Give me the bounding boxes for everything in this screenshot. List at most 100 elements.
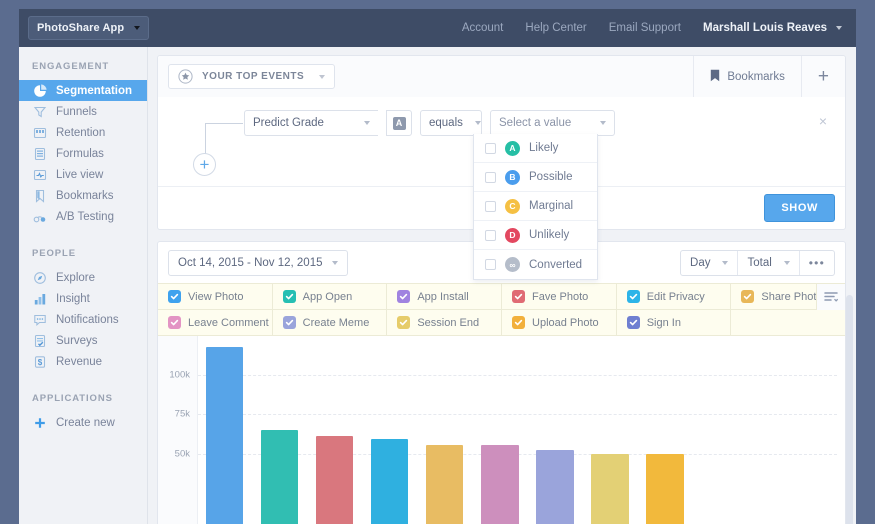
show-button-label: SHOW [781, 202, 818, 214]
checkbox[interactable] [485, 230, 496, 241]
legend-item-empty [731, 310, 845, 335]
legend-item[interactable]: View Photo [158, 284, 273, 309]
sidebar-item-retention[interactable]: Retention [19, 122, 147, 143]
filter-type-badge[interactable]: A [386, 110, 412, 136]
date-range-selector[interactable]: Oct 14, 2015 - Nov 12, 2015 [168, 250, 348, 276]
legend-item[interactable]: Upload Photo [502, 310, 617, 335]
legend-item[interactable]: Session End [387, 310, 502, 335]
legend-checkbox[interactable] [168, 290, 181, 303]
bar[interactable] [261, 430, 298, 524]
interval-select[interactable]: Day [681, 251, 737, 275]
legend-checkbox[interactable] [627, 316, 640, 329]
legend-checkbox[interactable] [512, 316, 525, 329]
bar[interactable] [206, 347, 243, 524]
dropdown-option-possible[interactable]: BPossible [474, 163, 597, 192]
filter-row: Predict Grade A equals Select a value [158, 97, 845, 136]
legend-item[interactable]: Edit Privacy [617, 284, 732, 309]
live-view-icon [32, 167, 47, 182]
sidebar-item-segmentation[interactable]: Segmentation [19, 80, 147, 101]
more-options-button[interactable]: ••• [799, 251, 834, 275]
sidebar-item-bookmarks[interactable]: Bookmarks [19, 185, 147, 206]
filter-operator-select[interactable]: equals [420, 110, 482, 136]
legend-item[interactable]: Create Meme [273, 310, 388, 335]
legend-checkbox[interactable] [168, 316, 181, 329]
nav-help-center[interactable]: Help Center [525, 22, 586, 34]
bar[interactable] [316, 436, 353, 524]
filter-type-letter: A [393, 117, 406, 130]
sidebar-item-surveys[interactable]: Surveys [19, 330, 147, 351]
bookmark-icon [710, 69, 720, 85]
bar-series [198, 336, 837, 524]
app-switcher[interactable]: PhotoShare App [28, 16, 149, 40]
nav-account[interactable]: Account [462, 22, 504, 34]
dropdown-option-marginal[interactable]: CMarginal [474, 192, 597, 221]
app-root: PhotoShare App Account Help Center Email… [0, 0, 875, 524]
sidebar-item-explore[interactable]: Explore [19, 267, 147, 288]
sidebar-item-notifications[interactable]: Notifications [19, 309, 147, 330]
legend-item[interactable]: App Install [387, 284, 502, 309]
checkbox[interactable] [485, 143, 496, 154]
dropdown-option-unlikely[interactable]: DUnlikely [474, 221, 597, 250]
user-name-label: Marshall Louis Reaves [703, 22, 827, 34]
sidebar-item-create-new[interactable]: Create new [19, 412, 147, 433]
sidebar-section-people-title: PEOPLE [19, 234, 147, 267]
event-legend: View PhotoApp Open App Install Fave Photo E… [158, 283, 845, 336]
bar[interactable] [646, 454, 683, 524]
bookmarks-button[interactable]: Bookmarks [693, 56, 801, 97]
dropdown-option-converted[interactable]: ∞Converted [474, 250, 597, 279]
bar[interactable] [536, 450, 573, 524]
query-header: YOUR TOP EVENTS Bookmarks + [158, 56, 845, 97]
aggregation-select[interactable]: Total [737, 251, 798, 275]
sidebar-item-formulas[interactable]: Formulas [19, 143, 147, 164]
legend-checkbox[interactable] [283, 316, 296, 329]
filter-value-select[interactable]: Select a value [490, 110, 615, 136]
legend-item[interactable]: App Open [273, 284, 388, 309]
legend-checkbox[interactable] [397, 316, 410, 329]
nav-email-support[interactable]: Email Support [609, 22, 681, 34]
legend-item[interactable]: Sign In [617, 310, 732, 335]
checkbox[interactable] [485, 172, 496, 183]
legend-item-label: App Install [417, 291, 468, 303]
checkbox[interactable] [485, 259, 496, 270]
legend-checkbox[interactable] [741, 290, 754, 303]
filter-field-select[interactable]: Predict Grade [244, 110, 378, 136]
header-actions: Bookmarks + [693, 56, 845, 97]
sidebar-item-insight[interactable]: Insight [19, 288, 147, 309]
retention-icon [32, 125, 47, 140]
checkbox[interactable] [485, 201, 496, 212]
sidebar-item-revenue[interactable]: $ Revenue [19, 351, 147, 372]
bar[interactable] [371, 439, 408, 524]
dropdown-option-label: Possible [529, 171, 572, 183]
spacer [19, 227, 147, 234]
vertical-scrollbar[interactable] [846, 295, 853, 524]
legend-item[interactable]: Fave Photo [502, 284, 617, 309]
bar[interactable] [481, 445, 518, 524]
top-events-selector[interactable]: YOUR TOP EVENTS [168, 64, 335, 89]
show-button[interactable]: SHOW [764, 194, 835, 222]
bar[interactable] [426, 445, 463, 524]
legend-sort-button[interactable] [816, 284, 845, 310]
sidebar-item-label: Revenue [56, 356, 102, 368]
legend-item-label: Upload Photo [532, 317, 599, 329]
legend-item-label: Fave Photo [532, 291, 588, 303]
grade-badge: A [505, 141, 520, 156]
sidebar-item-live-view[interactable]: Live view [19, 164, 147, 185]
legend-checkbox[interactable] [397, 290, 410, 303]
add-report-button[interactable]: + [801, 56, 845, 97]
legend-checkbox[interactable] [283, 290, 296, 303]
bar[interactable] [591, 454, 628, 524]
legend-item[interactable]: Leave Comment [158, 310, 273, 335]
bar-chart: 50k75k100k [158, 336, 845, 524]
user-menu[interactable]: Marshall Louis Reaves [703, 22, 842, 34]
dropdown-option-likely[interactable]: ALikely [474, 134, 597, 163]
legend-checkbox[interactable] [627, 290, 640, 303]
bookmarks-label: Bookmarks [727, 71, 785, 83]
add-filter-button[interactable]: + [193, 153, 216, 176]
legend-row: Leave CommentCreate MemeSession End Uploa… [158, 310, 845, 336]
sidebar-item-funnels[interactable]: Funnels [19, 101, 147, 122]
legend-checkbox[interactable] [512, 290, 525, 303]
filter-operator-value: equals [429, 117, 463, 129]
remove-filter-button[interactable]: × [819, 113, 827, 129]
legend-item-label: Sign In [647, 317, 681, 329]
sidebar-item-ab-testing[interactable]: A/B Testing [19, 206, 147, 227]
